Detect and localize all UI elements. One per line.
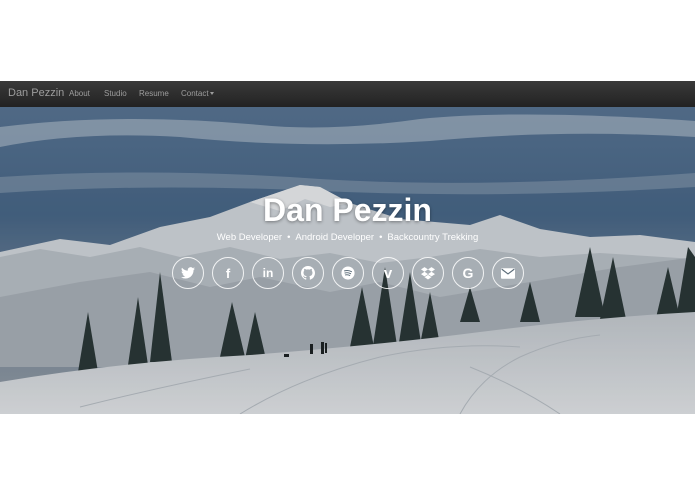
vimeo-icon: v — [383, 264, 393, 282]
twitter-icon — [181, 267, 195, 279]
navbar: Dan Pezzin About Studio Resume Contact — [0, 81, 695, 108]
hero-title: Dan Pezzin — [263, 192, 432, 228]
spotify-link[interactable] — [332, 257, 364, 289]
email-link[interactable] — [492, 257, 524, 289]
nav-item-about[interactable]: About — [69, 89, 90, 98]
google-icon: G — [462, 265, 474, 281]
role-backcountry-trekking: Backcountry Trekking — [387, 232, 479, 243]
github-icon — [301, 266, 315, 280]
hero-roles: Web Developer • Android Developer • Backcoun… — [0, 232, 695, 243]
twitter-link[interactable] — [172, 257, 204, 289]
nav-item-studio[interactable]: Studio — [104, 89, 127, 98]
role-separator: • — [379, 232, 383, 243]
role-android-developer: Android Developer — [295, 232, 375, 243]
dropdown-caret-icon — [209, 92, 214, 96]
linkedin-icon: in — [262, 266, 274, 280]
hero-banner: Dan Pezzin Web Developer • Android Develop… — [0, 107, 695, 414]
facebook-link[interactable]: f — [212, 257, 244, 289]
facebook-icon: f — [225, 265, 231, 281]
envelope-icon — [501, 267, 515, 279]
linkedin-link[interactable]: in — [252, 257, 284, 289]
dropbox-icon — [421, 266, 435, 280]
role-web-developer: Web Developer — [216, 232, 283, 243]
dropbox-link[interactable] — [412, 257, 444, 289]
nav-item-resume[interactable]: Resume — [139, 89, 169, 98]
nav-item-contact-label: Contact — [181, 89, 209, 98]
spotify-icon — [341, 266, 355, 280]
github-link[interactable] — [292, 257, 324, 289]
nav-item-contact[interactable]: Contact — [181, 89, 214, 98]
google-link[interactable]: G — [452, 257, 484, 289]
role-separator: • — [287, 232, 291, 243]
navbar-brand[interactable]: Dan Pezzin — [8, 87, 64, 99]
vimeo-link[interactable]: v — [372, 257, 404, 289]
